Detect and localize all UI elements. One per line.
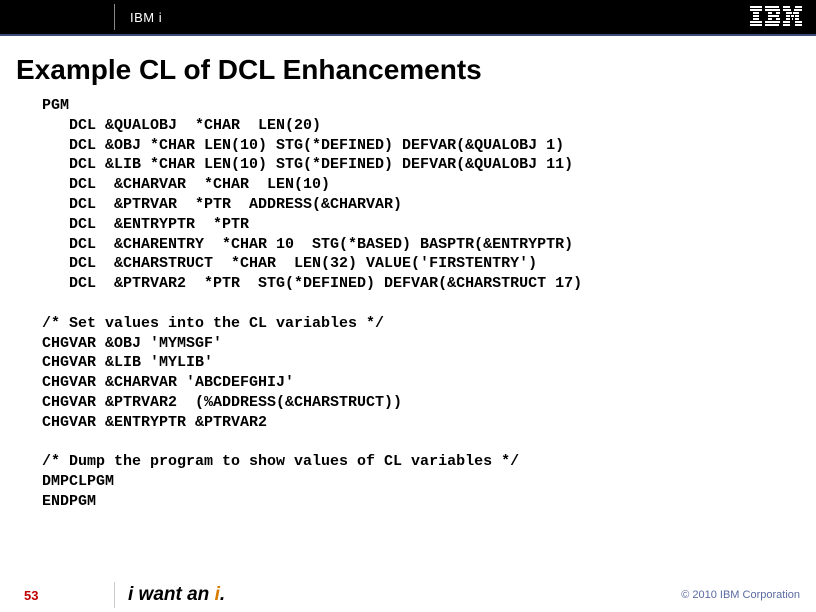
header-section-label: IBM i: [130, 10, 162, 25]
slide-footer: 53 i want an i. © 2010 IBM Corporation: [0, 578, 816, 612]
tagline-prefix: i want an: [128, 584, 215, 605]
code-example: PGM DCL &QUALOBJ *CHAR LEN(20) DCL &OBJ …: [42, 96, 816, 512]
page-number: 53: [24, 588, 38, 603]
slide-header: IBM i: [0, 0, 816, 36]
copyright-text: © 2010 IBM Corporation: [681, 589, 800, 601]
footer-divider: [114, 582, 115, 608]
tagline: i want an i.: [128, 584, 225, 606]
header-divider: [114, 4, 115, 30]
slide-title: Example CL of DCL Enhancements: [16, 54, 816, 86]
ibm-logo-icon: [750, 6, 802, 26]
tagline-suffix: .: [220, 584, 225, 605]
